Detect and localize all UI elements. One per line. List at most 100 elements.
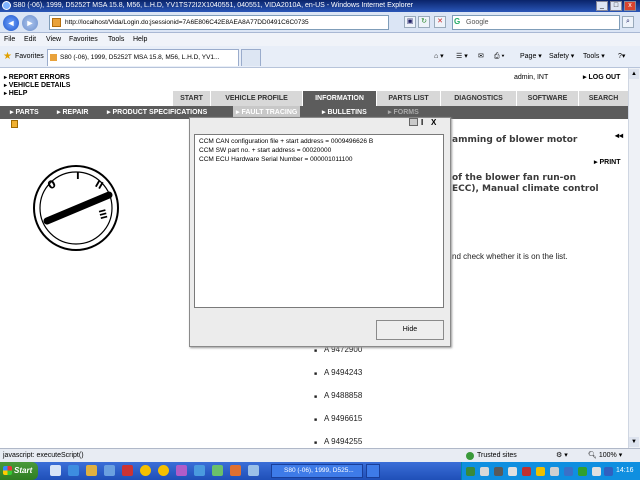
dialog-info-button[interactable]: I — [421, 118, 423, 127]
scroll-up-arrow-icon[interactable]: ▲ — [629, 69, 639, 79]
tray-icon[interactable] — [604, 467, 613, 476]
tab-parts-list[interactable]: PARTS LIST — [376, 91, 440, 106]
favorites-button[interactable]: Favorites — [15, 51, 44, 63]
scroll-down-arrow-icon[interactable]: ▼ — [629, 437, 639, 447]
help-link[interactable]: HELP — [4, 90, 28, 98]
ignition-switch-illustration: 0 I II III — [33, 165, 119, 251]
dialog-line-sw-part: CCM SW part no. + start address = 000200… — [199, 147, 332, 154]
menu-help[interactable]: Help — [133, 33, 147, 46]
status-bar — [0, 448, 640, 462]
home-icon[interactable]: ⌂ ▾ — [434, 51, 444, 63]
menu-file[interactable]: File — [4, 33, 15, 46]
clock[interactable]: 14:16 — [616, 462, 634, 480]
help-icon[interactable]: ?▾ — [618, 51, 625, 63]
forward-button[interactable]: ► — [22, 15, 38, 31]
mail-icon[interactable]: ✉ — [478, 51, 484, 63]
tray-icon[interactable] — [536, 467, 545, 476]
refresh-icon[interactable]: ↻ — [418, 16, 430, 28]
list-item: A 9488858 — [314, 391, 362, 402]
tray-icon[interactable] — [522, 467, 531, 476]
vertical-scrollbar[interactable] — [628, 68, 640, 448]
tab-search[interactable]: SEARCH — [578, 91, 628, 106]
list-item: A 9496615 — [314, 414, 362, 425]
report-errors-link[interactable]: REPORT ERRORS — [4, 74, 70, 82]
vehicle-details-link[interactable]: VEHICLE DETAILS — [4, 82, 71, 90]
print-link[interactable]: ▸ PRINT — [594, 158, 620, 166]
smiley-icon[interactable] — [158, 465, 169, 476]
menu-favorites[interactable]: Favorites — [69, 33, 98, 46]
zone-label[interactable]: Trusted sites — [477, 449, 517, 462]
tray-icon[interactable] — [480, 467, 489, 476]
maximize-button[interactable]: □ — [610, 1, 622, 11]
menu-tools[interactable]: Tools — [108, 33, 124, 46]
subtab-parts[interactable]: PARTS — [10, 106, 38, 119]
calc-icon[interactable] — [212, 465, 223, 476]
hide-button[interactable]: Hide — [376, 320, 444, 340]
list-item: A 9494243 — [314, 368, 362, 379]
status-text: javascript: executeScript() — [3, 452, 84, 459]
ie-logo-icon — [2, 1, 11, 10]
app-quicklaunch-icon[interactable] — [122, 465, 133, 476]
taskbar-ie-window[interactable]: S80 (-06), 1999, D525... — [271, 464, 363, 478]
protected-mode-icon[interactable]: ⚙ ▾ — [556, 449, 568, 462]
menu-bar: File Edit View Favorites Tools Help — [0, 33, 640, 46]
svg-text:I: I — [76, 171, 80, 182]
safety-menu[interactable]: Safety ▾ — [549, 51, 574, 63]
zoom-control[interactable]: 🔍︎ 100% ▾ — [588, 449, 622, 462]
search-input[interactable]: Google — [452, 15, 620, 30]
messenger-icon[interactable] — [140, 465, 151, 476]
tray-icon[interactable] — [550, 467, 559, 476]
volume-icon[interactable] — [592, 467, 601, 476]
tray-icon[interactable] — [466, 467, 475, 476]
taskbar-extra-window[interactable] — [366, 464, 380, 478]
dialog-print-icon[interactable] — [409, 118, 418, 126]
tool-icon[interactable] — [176, 465, 187, 476]
tab-start[interactable]: START — [172, 91, 210, 106]
tray-icon[interactable] — [494, 467, 503, 476]
ie-quicklaunch-icon[interactable] — [68, 465, 79, 476]
firefox-icon[interactable] — [230, 465, 241, 476]
close-window-button[interactable]: x — [624, 1, 636, 11]
logout-label: LOG OUT — [588, 74, 621, 81]
tray-icon[interactable] — [578, 467, 587, 476]
tab-diagnostics[interactable]: DIAGNOSTICS — [440, 91, 516, 106]
explorer-quicklaunch-icon[interactable] — [86, 465, 97, 476]
page-menu[interactable]: Page ▾ — [520, 51, 542, 63]
new-tab-button[interactable] — [241, 49, 261, 66]
dialog-line-hw-serial: CCM ECU Hardware Serial Number = 0000010… — [199, 156, 353, 163]
tab-vehicle-profile[interactable]: VEHICLE PROFILE — [210, 91, 302, 106]
network-app-icon[interactable] — [194, 465, 205, 476]
tab-information[interactable]: INFORMATION — [302, 91, 376, 106]
stop-icon[interactable]: ✕ — [434, 16, 446, 28]
browser-tab[interactable]: S80 (-06), 1999, D5252T MSA 15.8, M56, L… — [47, 49, 239, 66]
show-desktop-icon[interactable] — [50, 465, 61, 476]
search-button[interactable]: ⌕ — [622, 16, 634, 28]
minimize-button[interactable]: _ — [596, 1, 608, 11]
list-item: A 9494255 — [314, 437, 362, 448]
logout-link[interactable]: ▸ LOG OUT — [583, 74, 620, 82]
media-quicklaunch-icon[interactable] — [104, 465, 115, 476]
favorites-star-icon[interactable]: ★ — [3, 51, 12, 63]
window-title-bar[interactable]: S80 (-06), 1999, D5252T MSA 15.8, M56, L… — [0, 0, 640, 12]
dialog-text-area[interactable]: CCM CAN configuration file + start addre… — [194, 134, 444, 308]
tab-software[interactable]: SOFTWARE — [516, 91, 578, 106]
content-line-2: ECC), Manual climate control — [452, 184, 599, 194]
print-icon[interactable]: ⎙ ▾ — [494, 51, 505, 63]
network-tray-icon[interactable] — [564, 467, 573, 476]
back-button[interactable]: ◄ — [3, 15, 19, 31]
tray-icon[interactable] — [508, 467, 517, 476]
folder-icon[interactable] — [248, 465, 259, 476]
tools-menu[interactable]: Tools ▾ — [583, 51, 605, 63]
content-line-1: of the blower fan run-on — [452, 173, 576, 183]
collapse-icon[interactable]: ◂◂ — [615, 131, 623, 140]
feeds-icon[interactable]: ☰ ▾ — [456, 51, 468, 63]
subtab-repair[interactable]: REPAIR — [57, 106, 88, 119]
user-name: admin, INT — [514, 74, 549, 81]
content-instruction: nd check whether it is on the list. — [452, 252, 568, 261]
compat-view-icon[interactable]: ▣ — [404, 16, 416, 28]
dialog-close-button[interactable]: X — [431, 118, 436, 127]
address-input[interactable]: http://localhost/Vida/Login.do;jsessioni… — [49, 15, 389, 30]
document-icon[interactable] — [11, 120, 18, 128]
menu-view[interactable]: View — [46, 33, 61, 46]
menu-edit[interactable]: Edit — [24, 33, 36, 46]
